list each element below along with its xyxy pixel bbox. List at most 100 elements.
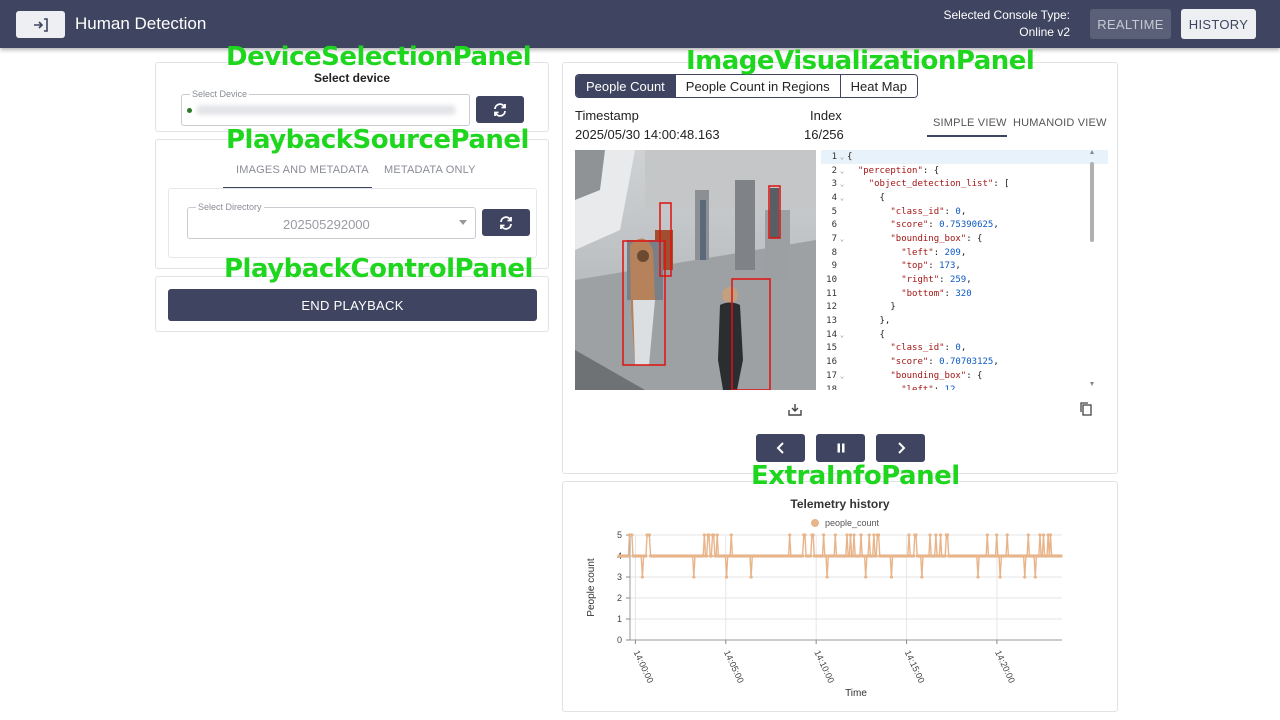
data-point xyxy=(626,554,630,558)
code-text: "bounding_box": { xyxy=(890,233,983,244)
next-frame-button[interactable] xyxy=(876,434,925,462)
device-field-label: Select Device xyxy=(190,89,250,99)
json-metadata-viewer[interactable]: 1 ⌄{2 ⌄ "perception": {3 ⌄ "object_detectio… xyxy=(821,150,1108,390)
tab-heat-map[interactable]: Heat Map xyxy=(840,75,917,97)
data-point xyxy=(630,533,634,537)
device-select-field[interactable]: Select Device xyxy=(181,89,470,126)
data-point xyxy=(800,554,805,558)
tab-images-and-metadata[interactable]: IMAGES AND METADATA xyxy=(236,164,369,176)
code-text: "perception": { xyxy=(857,165,940,176)
data-point xyxy=(872,533,876,537)
json-line: 18 "left": 12, xyxy=(821,383,1108,390)
x-tick-label: 14:05:00 xyxy=(722,649,746,685)
fold-icon[interactable]: ⌄ xyxy=(837,235,847,243)
json-line: 15 "class_id": 0, xyxy=(821,342,1108,356)
code-text: "score": 0.75390625, xyxy=(890,220,999,231)
tab-people-count-in-regions[interactable]: People Count in Regions xyxy=(675,75,841,97)
data-point xyxy=(976,575,980,579)
directory-refresh-button[interactable] xyxy=(482,209,530,236)
data-point xyxy=(848,533,853,537)
directory-card: Select Directory 202505292000 xyxy=(168,188,537,258)
line-number: 16 xyxy=(826,357,837,368)
directory-field-label: Select Directory xyxy=(196,202,264,212)
exit-button[interactable] xyxy=(16,11,65,38)
json-line: 13 }, xyxy=(821,314,1108,328)
y-tick-label: 2 xyxy=(617,593,622,603)
select-device-title: Select device xyxy=(313,71,391,85)
overlay-device-selection-panel: DeviceSelectionPanel xyxy=(226,42,532,72)
line-number: 4 xyxy=(831,192,837,203)
download-button[interactable] xyxy=(787,401,803,422)
fold-icon[interactable]: ⌄ xyxy=(837,167,847,175)
data-point xyxy=(859,533,863,537)
line-number: 11 xyxy=(826,288,837,299)
data-point xyxy=(995,533,999,537)
refresh-icon xyxy=(494,102,506,117)
scroll-down-icon[interactable] xyxy=(1090,382,1094,386)
json-scrollbar[interactable] xyxy=(1090,150,1094,386)
y-tick-label: 0 xyxy=(617,635,622,645)
data-point xyxy=(788,533,792,537)
copy-button[interactable] xyxy=(1078,401,1094,422)
y-axis-label: People count xyxy=(586,558,597,617)
data-point xyxy=(845,533,849,537)
line-number: 6 xyxy=(831,220,837,231)
fold-icon[interactable]: ⌄ xyxy=(837,194,847,202)
line-number: 13 xyxy=(826,316,837,327)
data-point xyxy=(1059,554,1063,558)
extra-info-panel: Telemetry history 01234514:00:0014:05:00… xyxy=(562,481,1118,712)
directory-select[interactable]: Select Directory 202505292000 xyxy=(187,202,476,239)
data-point xyxy=(938,533,943,537)
chevron-left-icon xyxy=(776,442,784,454)
playback-source-panel: IMAGES AND METADATA METADATA ONLY Select… xyxy=(155,139,549,269)
line-number: 14 xyxy=(826,329,837,340)
status-dot-icon xyxy=(187,108,192,113)
line-number: 7 xyxy=(831,233,837,244)
chevron-right-icon xyxy=(897,442,905,454)
tab-humanoid-view[interactable]: HUMANOID VIEW xyxy=(1013,117,1107,129)
json-line: 6 "score": 0.75390625, xyxy=(821,218,1108,232)
json-line: 8 "left": 209, xyxy=(821,246,1108,260)
data-point xyxy=(945,533,950,537)
data-point xyxy=(712,533,716,537)
scroll-up-icon[interactable] xyxy=(1090,150,1094,154)
fold-icon[interactable]: ⌄ xyxy=(837,180,847,188)
legend-marker xyxy=(811,519,819,527)
data-point xyxy=(803,533,807,537)
code-text: "left": 209, xyxy=(901,247,967,258)
timestamp-value: 2025/05/30 14:00:48.163 xyxy=(575,127,720,142)
fold-icon[interactable]: ⌄ xyxy=(837,153,847,161)
chevron-down-icon xyxy=(459,220,467,225)
device-selection-panel: Select device Select Device xyxy=(155,62,549,132)
json-line: 11 "bottom": 320 xyxy=(821,287,1108,301)
data-point xyxy=(644,554,648,558)
data-point xyxy=(912,554,916,558)
data-point xyxy=(864,575,868,579)
code-text: }, xyxy=(847,316,891,327)
data-point xyxy=(1048,533,1053,537)
data-point xyxy=(707,533,711,537)
line-number: 15 xyxy=(826,343,837,354)
code-text: "class_id": 0, xyxy=(890,343,967,354)
tab-simple-view[interactable]: SIMPLE VIEW xyxy=(933,117,1007,129)
code-text: "right": 259, xyxy=(901,275,972,286)
code-text: "class_id": 0, xyxy=(890,206,967,217)
fold-icon[interactable]: ⌄ xyxy=(837,331,847,339)
tab-metadata-only[interactable]: METADATA ONLY xyxy=(384,164,476,176)
pause-button[interactable] xyxy=(816,434,865,462)
line-number: 3 xyxy=(831,179,837,190)
history-button[interactable]: HISTORY xyxy=(1181,9,1256,39)
tab-people-count[interactable]: People Count xyxy=(576,75,676,97)
realtime-button[interactable]: REALTIME xyxy=(1090,9,1171,39)
x-axis-label: Time xyxy=(845,688,867,699)
login-icon xyxy=(33,17,48,32)
data-point xyxy=(998,575,1002,579)
overlay-playback-source-panel: PlaybackSourcePanel xyxy=(226,125,529,155)
fold-icon[interactable]: ⌄ xyxy=(837,372,847,380)
scroll-thumb[interactable] xyxy=(1090,162,1094,242)
console-type-caption: Selected Console Type: xyxy=(943,8,1070,22)
end-playback-button[interactable]: END PLAYBACK xyxy=(168,289,537,321)
previous-frame-button[interactable] xyxy=(756,434,805,462)
device-refresh-button[interactable] xyxy=(476,96,524,123)
overlay-playback-control-panel: PlaybackControlPanel xyxy=(224,254,533,284)
